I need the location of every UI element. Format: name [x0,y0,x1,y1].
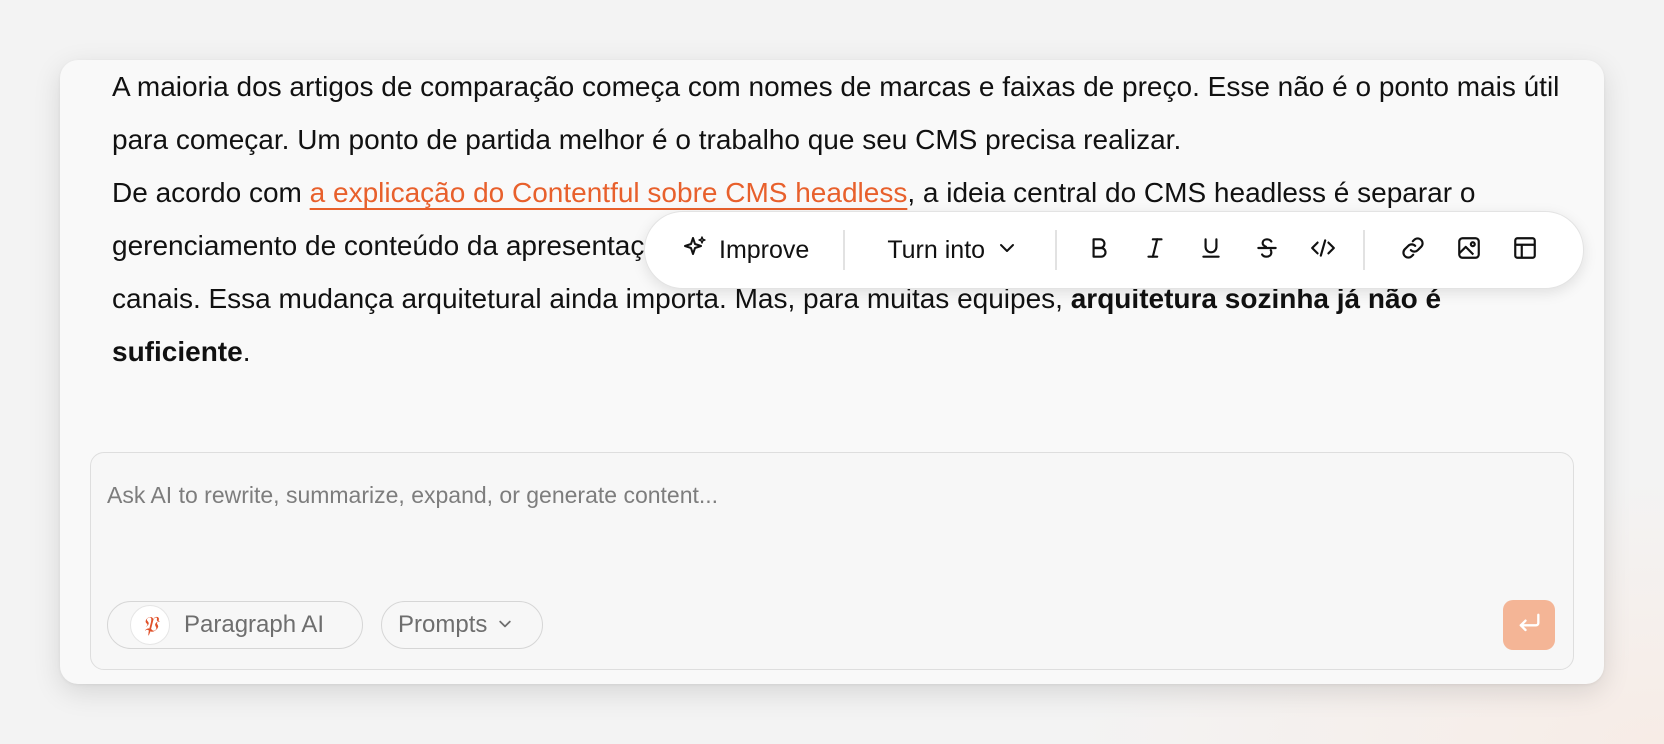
paragraph-2-start: De acordo com [112,177,310,208]
prompts-label: Prompts [398,611,488,638]
italic-icon [1142,235,1168,266]
underline-button[interactable] [1183,222,1239,278]
page-background: A maioria dos artigos de comparação come… [0,0,1664,744]
turn-into-button[interactable]: Turn into [887,236,1017,265]
toolbar-divider [843,230,846,270]
bold-icon [1086,235,1112,266]
table-button[interactable] [1497,222,1553,278]
prompts-dropdown[interactable]: Prompts [381,601,543,649]
underline-icon [1198,235,1224,266]
chevron-down-icon [997,236,1017,265]
send-button[interactable] [1503,600,1555,650]
improve-button[interactable]: Improve [683,235,809,266]
paragraph-2-end: . [242,336,251,367]
ai-prompt-panel: 𝔓 Paragraph AI Prompts [90,452,1574,670]
chevron-down-icon [497,611,513,639]
image-button[interactable] [1441,222,1497,278]
toolbar-divider [1055,230,1058,270]
code-icon [1310,235,1336,266]
italic-button[interactable] [1127,222,1183,278]
code-button[interactable] [1295,222,1351,278]
strikethrough-button[interactable] [1239,222,1295,278]
contentful-link[interactable]: a explicação do Contentful sobre CMS hea… [310,177,908,208]
paragraph-1[interactable]: A maioria dos artigos de comparação come… [112,60,1572,166]
link-button[interactable] [1385,222,1441,278]
turn-into-label: Turn into [887,235,986,264]
link-icon [1400,235,1426,266]
enter-icon [1515,609,1543,642]
improve-label: Improve [719,235,810,264]
paragraph-ai-label: Paragraph AI [184,611,325,638]
strikethrough-icon [1254,235,1280,266]
editor-card: A maioria dos artigos de comparação come… [60,60,1604,684]
table-icon [1512,235,1538,266]
image-icon [1456,235,1482,266]
formatting-toolbar: Improve Turn into [644,211,1584,289]
bold-button[interactable] [1071,222,1127,278]
paragraph-logo-icon: 𝔓 [130,605,170,645]
sparkle-icon [683,235,707,266]
ai-prompt-input[interactable] [107,475,1547,515]
paragraph-ai-button[interactable]: 𝔓 Paragraph AI [107,601,363,649]
toolbar-divider [1363,230,1366,270]
